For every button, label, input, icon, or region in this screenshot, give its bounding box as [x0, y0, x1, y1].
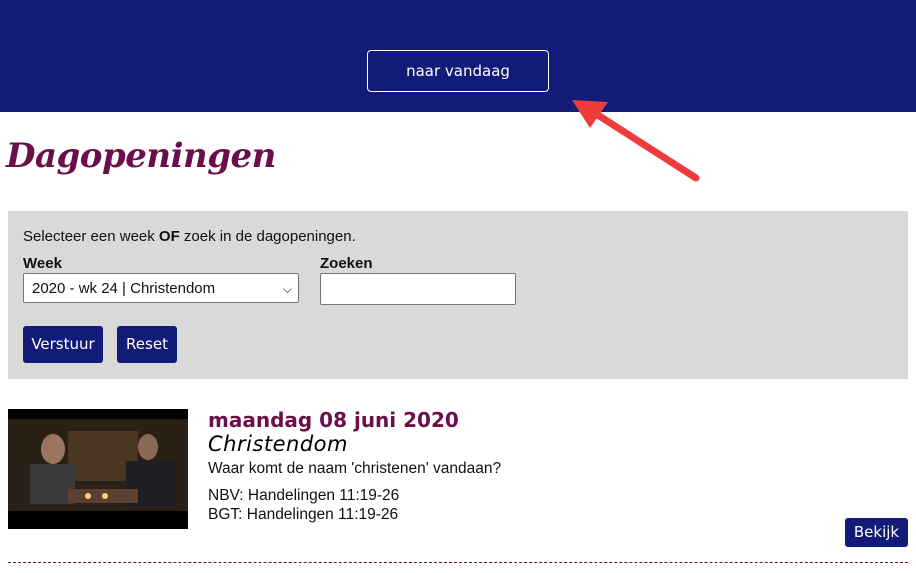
filter-intro-or: OF	[158, 228, 180, 245]
week-select-value: 2020 - wk 24 | Christendom	[32, 280, 216, 297]
reset-button[interactable]: Reset	[117, 326, 177, 363]
item-ref-bgt: BGT: Handelingen 11:19-26	[208, 506, 399, 523]
search-input[interactable]	[320, 273, 516, 305]
item-title[interactable]: Christendom	[208, 432, 348, 456]
video-thumbnail[interactable]	[8, 409, 188, 529]
filter-intro-text-end: zoek in de dagopeningen.	[179, 228, 356, 245]
today-button[interactable]: naar vandaag	[367, 50, 549, 92]
chevron-down-icon: ⌵	[282, 282, 292, 296]
filter-panel: Selecteer een week OF zoek in de dagopen…	[8, 211, 908, 379]
item-question: Waar komt de naam 'christenen' vandaan?	[208, 460, 502, 477]
week-select[interactable]: 2020 - wk 24 | Christendom ⌵	[23, 273, 299, 303]
page-title: Dagopeningen	[6, 136, 276, 176]
view-button[interactable]: Bekijk	[845, 518, 908, 547]
filter-intro: Selecteer een week OF zoek in de dagopen…	[23, 228, 356, 245]
divider	[8, 562, 908, 563]
search-label: Zoeken	[320, 255, 373, 272]
video-thumbnail-image	[8, 409, 188, 529]
filter-intro-text: Selecteer een week	[23, 228, 159, 245]
item-date: maandag 08 juni 2020	[208, 408, 459, 432]
item-ref-nbv: NBV: Handelingen 11:19-26	[208, 487, 400, 504]
submit-button[interactable]: Verstuur	[23, 326, 103, 363]
annotation-arrow-icon	[572, 100, 700, 182]
top-bar: naar vandaag	[0, 0, 916, 112]
week-label: Week	[23, 255, 62, 272]
